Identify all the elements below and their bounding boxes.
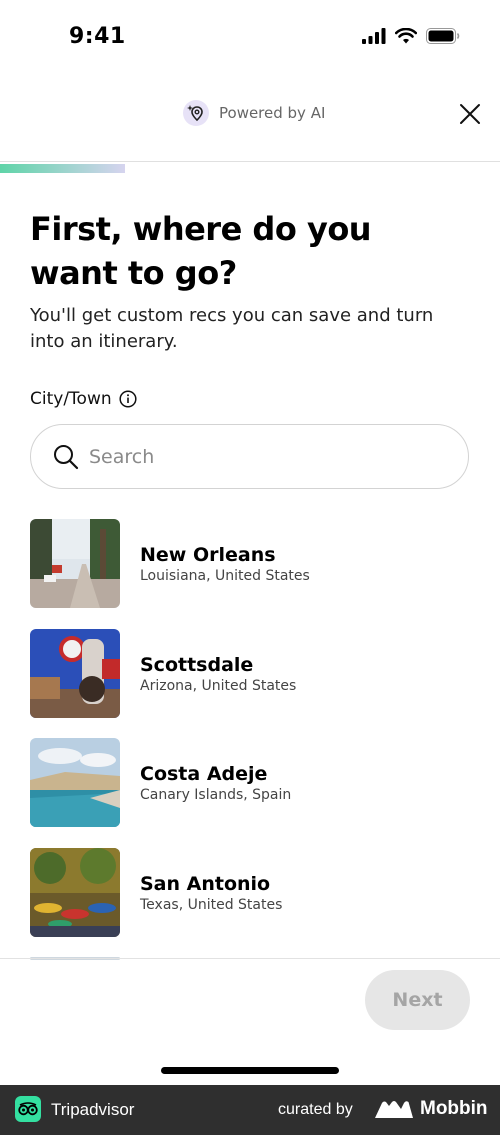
battery-icon [426,28,460,44]
city-label-text: City/Town [30,389,112,409]
page-title: First, where do you want to go? [30,210,372,292]
ai-pin-icon [183,100,209,126]
info-icon[interactable] [119,390,137,408]
search-icon [54,444,79,469]
result-region: Canary Islands, Spain [140,787,292,803]
new-orleans-photo [30,519,120,608]
powered-by-ai: Powered by AI [183,100,325,126]
signal-icon [362,28,386,44]
mobbin-name: Mobbin [420,1098,488,1119]
close-button[interactable] [458,102,482,126]
home-indicator[interactable] [161,1067,339,1074]
result-name: San Antonio [140,872,271,895]
progress-fill [0,164,125,173]
result-region: Louisiana, United States [140,568,310,584]
result-name: Costa Adeje [140,763,268,785]
status-icons [362,28,460,44]
costa-adeje-photo [30,738,120,827]
next-button[interactable]: Next [365,970,470,1030]
city-field-label: City/Town [30,389,137,409]
status-bar: 9:41 [0,0,500,75]
san-antonio-photo [30,847,120,937]
mobbin-logo-icon [375,1101,413,1118]
status-time: 9:41 [69,24,126,49]
wifi-icon [395,28,417,44]
result-name: Scottsdale [140,653,254,676]
tripadvisor-name: Tripadvisor [51,1100,135,1119]
results-list: New Orleans Louisiana, United States Sco… [30,519,470,957]
scottsdale-photo [30,628,120,718]
tripadvisor-owl-icon [15,1096,41,1122]
result-name: New Orleans [140,544,276,566]
result-region: Texas, United States [140,896,283,913]
result-item-scottsdale[interactable]: Scottsdale Arizona, United States [30,628,470,718]
result-item-new-orleans[interactable]: New Orleans Louisiana, United States [30,519,470,608]
page-subtitle: You'll get custom recs you can save and … [30,305,434,352]
search-input[interactable] [89,445,429,468]
result-item-san-antonio[interactable]: San Antonio Texas, United States [30,847,470,937]
footer-divider [0,958,500,959]
result-item-costa-adeje[interactable]: Costa Adeje Canary Islands, Spain [30,738,470,827]
search-field[interactable] [30,424,469,489]
powered-label: Powered by AI [219,104,326,122]
result-region: Arizona, United States [140,677,297,694]
close-icon [460,104,480,124]
curated-by-label: curated by [278,1101,353,1118]
